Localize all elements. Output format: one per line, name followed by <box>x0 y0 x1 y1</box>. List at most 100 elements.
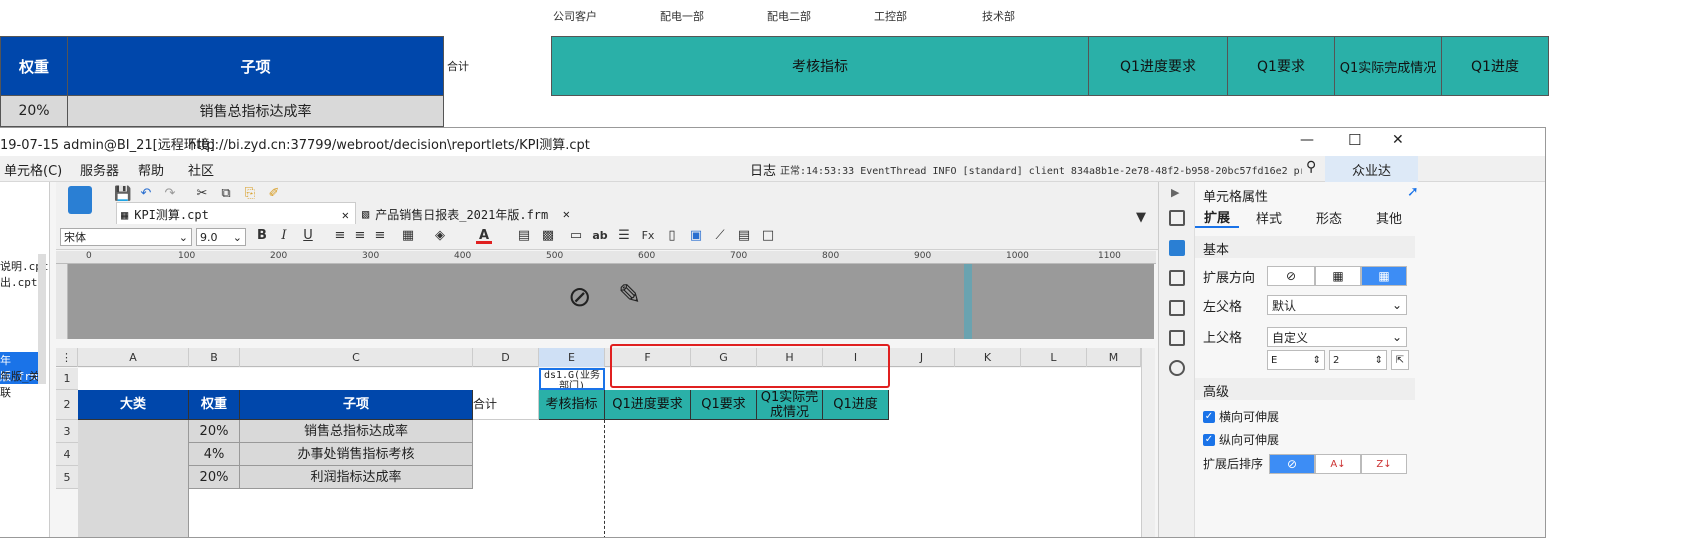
cell-header[interactable]: Q1进度 <box>823 390 889 420</box>
condition-icon[interactable] <box>1169 330 1185 346</box>
merge-icon[interactable]: ▤ <box>516 228 532 244</box>
close-button[interactable]: ✕ <box>1392 132 1404 148</box>
cell-header[interactable]: 考核指标 <box>539 390 605 420</box>
cell-header[interactable]: Q1实际完成情况 <box>757 390 823 420</box>
paste-icon[interactable]: ⎘ <box>242 186 258 202</box>
menu-help[interactable]: 帮助 <box>138 160 164 179</box>
cell-weight[interactable]: 20% <box>189 420 240 443</box>
undo-icon[interactable]: ↶ <box>138 186 154 202</box>
cell-property-icon[interactable] <box>1169 240 1185 256</box>
cell-weight[interactable]: 20% <box>189 466 240 489</box>
scrollbar[interactable] <box>38 254 46 384</box>
menu-cell[interactable]: 单元格(C) <box>4 160 62 179</box>
font-size-select[interactable]: 9.0 ⌄ <box>196 228 246 246</box>
float-element-icon[interactable] <box>1169 270 1185 286</box>
cell-category[interactable] <box>78 420 189 537</box>
align-left-icon[interactable]: ≡ <box>332 228 348 244</box>
cell-subitem[interactable]: 销售总指标达成率 <box>240 420 473 443</box>
cell-weight[interactable]: 4% <box>189 443 240 466</box>
tab-kpi[interactable]: ▦ KPI测算.cpt ✕ <box>116 202 356 226</box>
formula-icon[interactable]: Fx <box>640 228 656 244</box>
horizontal-expand-icon[interactable]: ▦ <box>1361 266 1407 286</box>
cell-picker-icon[interactable]: ⇱ <box>1391 350 1409 370</box>
cell-element-icon[interactable] <box>1169 210 1185 226</box>
tab-shape[interactable]: 形态 <box>1299 206 1359 228</box>
vertical-expand-icon[interactable]: ▦ <box>1315 266 1361 286</box>
italic-icon[interactable]: I <box>276 228 292 244</box>
unmerge-icon[interactable]: ▩ <box>540 228 556 244</box>
redo-icon[interactable]: ↷ <box>162 186 178 202</box>
new-template-icon[interactable] <box>68 186 92 214</box>
menu-server[interactable]: 服务器 <box>80 160 119 179</box>
column-header[interactable]: K <box>955 348 1021 367</box>
text-icon[interactable]: ab <box>592 228 608 244</box>
richtext-icon[interactable]: ☰ <box>616 228 632 244</box>
hyperlink-icon[interactable] <box>1169 360 1185 376</box>
left-parent-select[interactable]: 默认 ⌄ <box>1267 295 1407 315</box>
bold-icon[interactable]: B <box>254 228 270 244</box>
align-center-icon[interactable]: ≡ <box>352 228 368 244</box>
border-icon[interactable]: ▦ <box>400 228 416 244</box>
pin-icon[interactable]: ➚ <box>1407 184 1419 200</box>
column-header[interactable]: A <box>78 348 189 367</box>
cell-header[interactable]: Q1要求 <box>691 390 757 420</box>
align-right-icon[interactable]: ≡ <box>372 228 388 244</box>
cell-subitem[interactable]: 办事处销售指标考核 <box>240 443 473 466</box>
row-header[interactable]: 2 <box>56 390 78 420</box>
vertical-expandable-checkbox[interactable]: ✓ 纵向可伸展 <box>1203 431 1279 448</box>
maximize-button[interactable]: ☐ <box>1348 131 1361 149</box>
column-header[interactable]: C <box>240 348 473 367</box>
font-color-icon[interactable]: A <box>476 228 492 244</box>
file-item[interactable]: 出.cpt <box>0 274 38 290</box>
row-header[interactable]: 4 <box>56 443 78 466</box>
image-icon[interactable]: ▣ <box>688 228 704 244</box>
column-header[interactable]: B <box>189 348 240 367</box>
widget-icon[interactable] <box>1169 300 1185 316</box>
minimize-button[interactable]: — <box>1300 132 1314 148</box>
sort-ascending-icon[interactable]: A↓ <box>1315 454 1361 474</box>
fill-color-icon[interactable]: ◈ <box>432 228 448 244</box>
search-icon[interactable]: ⚲ <box>1306 159 1316 175</box>
top-parent-select[interactable]: 自定义 ⌄ <box>1267 327 1407 347</box>
select-all-corner[interactable]: ⋮ <box>56 348 78 367</box>
tab-product-sales[interactable]: ▧ 产品销售日报表_2021年版.frm ✕ <box>358 202 574 226</box>
top-parent-row-stepper[interactable]: 2 ⇕ <box>1329 350 1387 370</box>
tab-expand[interactable]: 扩展 <box>1195 206 1239 228</box>
user-button[interactable]: 众业达 <box>1325 156 1418 182</box>
close-tab-icon[interactable]: ✕ <box>563 207 570 221</box>
log-label[interactable]: 日志 <box>750 160 776 179</box>
chart-icon[interactable]: ▯ <box>664 228 680 244</box>
top-parent-column-stepper[interactable]: E ⇕ <box>1267 350 1325 370</box>
insert-cell-icon[interactable]: ▭ <box>568 228 584 244</box>
cell-header[interactable]: Q1进度要求 <box>605 390 691 420</box>
sort-descending-icon[interactable]: Z↓ <box>1361 454 1407 474</box>
format-painter-icon[interactable]: ✐ <box>266 186 282 202</box>
column-header[interactable]: J <box>889 348 955 367</box>
row-header[interactable]: 3 <box>56 420 78 443</box>
slash-icon[interactable]: ⟋ <box>712 228 728 244</box>
cell-header[interactable]: 大类 <box>78 390 189 420</box>
tab-other[interactable]: 其他 <box>1359 206 1419 228</box>
edit-pencil-icon[interactable]: ✎ <box>618 278 641 311</box>
cell-header[interactable]: 子项 <box>240 390 473 420</box>
column-header[interactable]: M <box>1087 348 1141 367</box>
collapse-icon[interactable]: ▶ <box>1171 186 1179 199</box>
row-header[interactable]: 1 <box>56 368 78 390</box>
cut-icon[interactable]: ✂ <box>194 186 210 202</box>
vertical-scrollbar[interactable] <box>1141 348 1155 537</box>
column-header[interactable]: D <box>473 348 539 367</box>
subreport-icon[interactable]: ▤ <box>736 228 752 244</box>
menu-community[interactable]: 社区 <box>188 160 214 179</box>
cell-header[interactable]: 权重 <box>189 390 240 420</box>
font-family-select[interactable]: 宋体 ⌄ <box>60 228 192 246</box>
tab-style[interactable]: 样式 <box>1239 206 1299 228</box>
more-icon[interactable]: □ <box>760 228 776 244</box>
no-expand-icon[interactable]: ⊘ <box>1267 266 1315 286</box>
underline-icon[interactable]: U <box>300 228 316 244</box>
save-icon[interactable]: 💾 <box>114 186 131 202</box>
copy-icon[interactable]: ⧉ <box>218 186 234 202</box>
cell-e1[interactable]: ds1.G(业务部门) <box>539 368 605 390</box>
row-header[interactable]: 5 <box>56 466 78 489</box>
horizontal-expandable-checkbox[interactable]: ✓ 横向可伸展 <box>1203 408 1279 425</box>
close-tab-icon[interactable]: ✕ <box>342 208 349 222</box>
